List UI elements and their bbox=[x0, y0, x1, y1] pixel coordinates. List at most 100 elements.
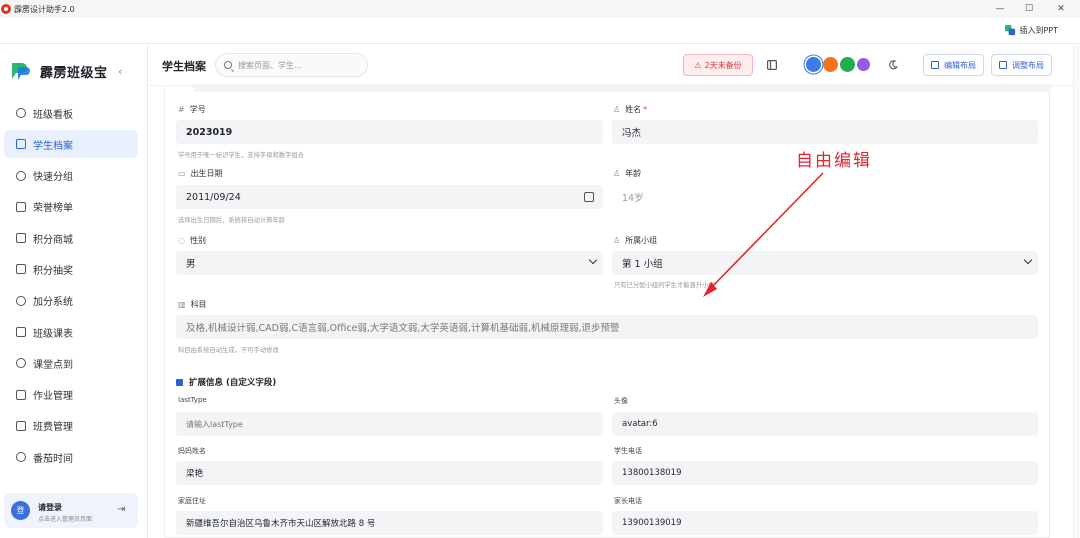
main-content: # 学号 2023019 学号用于唯一标识学生，支持字母和数字组合 ♙ 姓名 * 冯杰… bbox=[148, 84, 1080, 538]
home-address-field[interactable]: 新疆维吾尔自治区乌鲁木齐市天山区解放北路 8 号 bbox=[176, 511, 603, 535]
grid-icon bbox=[999, 61, 1007, 69]
edit-layout-button[interactable]: 编辑布局 bbox=[923, 54, 984, 76]
avatar: 登 bbox=[11, 501, 30, 520]
sidebar-item-points-lottery[interactable]: 积分抽奖 bbox=[4, 255, 138, 283]
calendar-icon: ▭ bbox=[178, 169, 186, 178]
moon-icon[interactable] bbox=[888, 60, 898, 70]
theme-palette-button[interactable] bbox=[857, 58, 870, 71]
book-icon: ▥ bbox=[178, 300, 186, 309]
shop-icon bbox=[16, 233, 26, 244]
extended-info-title: 扩展信息 (自定义字段) bbox=[176, 376, 276, 388]
brand[interactable]: 霹雳班级宝 bbox=[10, 61, 108, 81]
page-title: 学生档案 bbox=[162, 60, 206, 73]
sidebar-item-student-profiles[interactable]: 学生档案 bbox=[4, 130, 138, 159]
mother-name-field[interactable]: 梁艳 bbox=[176, 461, 603, 485]
book-icon bbox=[16, 389, 26, 400]
sidebar-item-class-fund[interactable]: 班费管理 bbox=[4, 412, 138, 440]
sidebar-item-label: 积分抽奖 bbox=[33, 265, 73, 277]
age-field: 14岁 bbox=[612, 185, 1038, 209]
sidebar-item-label: 荣誉榜单 bbox=[33, 203, 73, 215]
theme-blue-button[interactable] bbox=[806, 57, 821, 72]
backup-label: 2天未备份 bbox=[704, 60, 742, 70]
home-address-label: 家庭住址 bbox=[178, 497, 206, 505]
brand-logo-icon bbox=[12, 63, 30, 80]
sidebar-item-dashboard[interactable]: 班级看板 bbox=[4, 99, 138, 127]
birth-date-label: ▭ 出生日期 bbox=[178, 169, 223, 178]
minimize-button[interactable]: — bbox=[985, 0, 1015, 18]
group-hint: 只有已分配小组的学生才能晋升小组 bbox=[614, 282, 715, 289]
sidebar-item-label: 学生档案 bbox=[33, 140, 73, 152]
sidebar-item-label: 作业管理 bbox=[33, 391, 73, 403]
sidebar-toggle-icon[interactable] bbox=[767, 60, 777, 70]
birth-date-field[interactable]: 2011/09/24 bbox=[176, 185, 603, 209]
subjects-hint: 科目由系统自动生成，不可手动修改 bbox=[178, 347, 279, 354]
theme-green-button[interactable] bbox=[840, 57, 855, 72]
chevron-down-icon bbox=[588, 255, 598, 265]
sidebar-item-points-mall[interactable]: 积分商城 bbox=[4, 224, 138, 252]
sidebar-nav: 班级看板 学生档案 快速分组 荣誉榜单 积分商城 积分抽奖 加分系统 班级课表 … bbox=[4, 99, 138, 475]
sidebar-item-timetable[interactable]: 班级课表 bbox=[4, 318, 138, 346]
backup-warning-badge[interactable]: ⚠ 2天未备份 bbox=[683, 54, 753, 76]
sidebar-item-label: 课堂点到 bbox=[33, 359, 73, 371]
sidebar-item-homework[interactable]: 作业管理 bbox=[4, 381, 138, 409]
gender-select[interactable]: 男 bbox=[176, 251, 603, 275]
insert-ppt-button[interactable]: 插入到PPT bbox=[1005, 25, 1058, 36]
theme-orange-button[interactable] bbox=[823, 57, 838, 72]
scrollbar[interactable] bbox=[1073, 45, 1080, 538]
collapse-sidebar-icon[interactable]: ‹ bbox=[118, 65, 122, 78]
student-id-label: # 学号 bbox=[178, 105, 206, 114]
last-type-field[interactable] bbox=[176, 412, 603, 436]
calendar-picker-icon[interactable] bbox=[584, 192, 594, 202]
sidebar-item-label: 加分系统 bbox=[33, 297, 73, 309]
timer-icon bbox=[16, 452, 26, 463]
adjust-layout-button[interactable]: 调整布局 bbox=[991, 54, 1052, 76]
last-type-label: lastType bbox=[178, 396, 207, 404]
page-header: 学生档案 ⚠ 2天未备份 编辑布局 调整布局 bbox=[148, 45, 1080, 86]
search-bar[interactable] bbox=[215, 53, 368, 77]
group-icon bbox=[16, 170, 26, 181]
student-phone-label: 学生电话 bbox=[614, 447, 642, 455]
logout-icon[interactable]: ⇥ bbox=[117, 504, 125, 515]
sidebar-item-pomodoro[interactable]: 番茄时间 bbox=[4, 443, 138, 471]
sidebar-item-honor-board[interactable]: 荣誉榜单 bbox=[4, 193, 138, 221]
user-icon: ♙ bbox=[613, 105, 621, 114]
wallet-icon bbox=[16, 420, 26, 431]
login-subtitle: 点击进入管理员页面 bbox=[38, 516, 93, 523]
student-phone-field[interactable]: 13800138019 bbox=[612, 461, 1038, 485]
gender-value: 男 bbox=[186, 259, 196, 270]
subjects-field: 及格,机械设计弱,CAD弱,C语言弱,Office弱,大学语文弱,大学英语弱,计… bbox=[176, 315, 1038, 339]
sidebar-item-label: 番茄时间 bbox=[33, 453, 73, 465]
parent-phone-label: 家长电话 bbox=[614, 497, 642, 505]
dashboard-icon bbox=[16, 108, 26, 118]
check-circle-icon bbox=[16, 358, 26, 369]
group-select[interactable]: 第 1 小组 bbox=[612, 251, 1038, 275]
login-card[interactable]: 登 请登录 点击进入管理员页面 ⇥ bbox=[4, 493, 138, 528]
gender-label: ◌ 性别 bbox=[178, 236, 206, 245]
sidebar-item-label: 班费管理 bbox=[33, 422, 73, 434]
sidebar-item-bonus-system[interactable]: 加分系统 bbox=[4, 287, 138, 315]
trophy-icon bbox=[16, 201, 26, 212]
student-id-field[interactable]: 2023019 bbox=[176, 120, 603, 144]
parent-phone-field[interactable]: 13900139019 bbox=[612, 511, 1038, 535]
age-label: ♙ 年龄 bbox=[613, 169, 642, 178]
close-button[interactable]: ✕ bbox=[1046, 0, 1076, 18]
previous-field bbox=[193, 84, 1051, 92]
avatar-field[interactable]: avatar:6 bbox=[612, 412, 1038, 436]
search-input[interactable] bbox=[238, 60, 358, 70]
adjust-layout-label: 调整布局 bbox=[1012, 60, 1044, 70]
plus-user-icon bbox=[16, 295, 26, 306]
chevron-down-icon bbox=[1023, 255, 1033, 265]
sidebar-item-quick-group[interactable]: 快速分组 bbox=[4, 162, 138, 190]
ppt-logo-icon bbox=[1005, 25, 1016, 36]
birth-date-value: 2011/09/24 bbox=[186, 191, 241, 203]
sidebar: 霹雳班级宝 ‹ 班级看板 学生档案 快速分组 荣誉榜单 积分商城 积分抽奖 加分… bbox=[0, 45, 148, 538]
user-icon: ♙ bbox=[613, 169, 621, 178]
student-id-hint: 学号用于唯一标识学生，支持字母和数字组合 bbox=[178, 152, 304, 159]
sidebar-item-roll-call[interactable]: 课堂点到 bbox=[4, 349, 138, 377]
edit-icon bbox=[931, 61, 939, 69]
name-field[interactable]: 冯杰 bbox=[612, 120, 1038, 144]
sidebar-item-label: 积分商城 bbox=[33, 234, 73, 246]
app-title: 霹雳设计助手2.0 bbox=[14, 4, 75, 14]
maximize-button[interactable]: ☐ bbox=[1014, 0, 1044, 18]
last-type-input[interactable] bbox=[176, 419, 603, 429]
